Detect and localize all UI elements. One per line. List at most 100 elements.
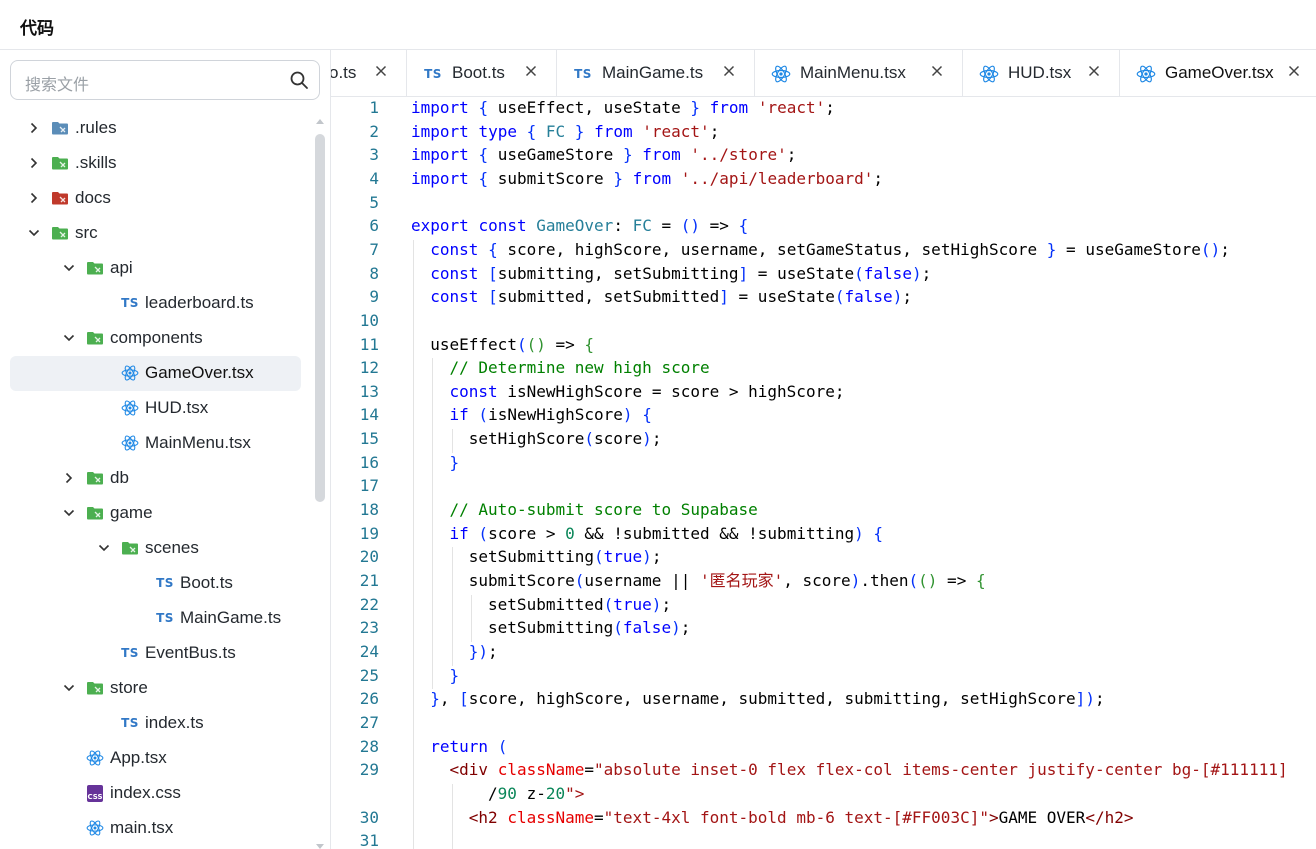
code-line[interactable]: 28 return ( — [331, 735, 1316, 759]
search-icon[interactable] — [289, 70, 309, 90]
scroll-down-icon[interactable] — [315, 838, 325, 849]
code-line[interactable]: 17 — [331, 474, 1316, 498]
line-number: 5 — [369, 192, 379, 212]
code-text: export const GameOver: FC = () => { — [411, 216, 749, 236]
code-line[interactable]: 22 setSubmitted(true); — [331, 593, 1316, 617]
code-text: useEffect(() => { — [430, 334, 595, 354]
tab-o-ts[interactable]: o.ts — [331, 50, 407, 96]
code-line[interactable]: 11 useEffect(() => { — [331, 333, 1316, 357]
close-icon[interactable] — [927, 61, 947, 81]
code-line[interactable]: 27 — [331, 711, 1316, 735]
code-line[interactable]: 8 const [submitting, setSubmitting] = use… — [331, 262, 1316, 286]
code-line[interactable]: 10 — [331, 309, 1316, 333]
code-line[interactable]: 24}); — [331, 640, 1316, 664]
tab-hud-tsx[interactable]: HUD.tsx — [963, 50, 1120, 96]
tree-item-api[interactable]: api — [10, 251, 301, 286]
tree-item-label: game — [110, 503, 153, 522]
tree-item-boot-ts[interactable]: TS Boot.ts — [10, 566, 301, 601]
code-line[interactable]: 2 import type { FC } from 'react'; — [331, 120, 1316, 144]
line-number: 25 — [359, 665, 379, 685]
sidebar-scrollbar[interactable] — [315, 114, 325, 849]
code-line[interactable]: 29 <div className="absolute inset-0 flex … — [331, 758, 1316, 782]
close-icon[interactable] — [1284, 61, 1304, 81]
code-line[interactable]: 14 if (isNewHighScore) { — [331, 403, 1316, 427]
chevron-down-icon[interactable] — [96, 540, 112, 556]
chevron-down-icon[interactable] — [61, 505, 77, 521]
code-line[interactable]: 13 const isNewHighScore = score > highSco… — [331, 380, 1316, 404]
tree-item-src[interactable]: src — [10, 216, 301, 251]
line-number: 27 — [359, 712, 379, 732]
line-number: 7 — [369, 239, 379, 259]
code-line[interactable]: 30 <h2 className="text-4xl font-bold mb-6… — [331, 806, 1316, 830]
tree-item-game[interactable]: game — [10, 496, 301, 531]
tree-item-store[interactable]: store — [10, 671, 301, 706]
tree-item-docs[interactable]: docs — [10, 181, 301, 216]
chevron-down-icon[interactable] — [61, 260, 77, 276]
chevron-right-icon[interactable] — [26, 155, 42, 171]
scroll-up-icon[interactable] — [315, 114, 325, 124]
code-line[interactable]: 19 if (score > 0 && !submitted && !submit… — [331, 522, 1316, 546]
code-line[interactable]: 18 // Auto-submit score to Supabase — [331, 498, 1316, 522]
code-line[interactable]: 25} — [331, 664, 1316, 688]
code-line[interactable]: 7 const { score, highScore, username, set… — [331, 238, 1316, 262]
tree-item-eventbus-ts[interactable]: TS EventBus.ts — [10, 636, 301, 671]
scrollbar-thumb[interactable] — [315, 134, 325, 502]
close-icon[interactable] — [371, 61, 391, 81]
tree-item-maingame-ts[interactable]: TS MainGame.ts — [10, 601, 301, 636]
tree-item-leaderboard-ts[interactable]: TS leaderboard.ts — [10, 286, 301, 321]
code-line[interactable]: 5 — [331, 191, 1316, 215]
code-line[interactable]: 6 export const GameOver: FC = () => { — [331, 214, 1316, 238]
code-text: const { score, highScore, username, setG… — [430, 239, 1230, 259]
search-input[interactable]: 搜索文件 — [10, 60, 320, 100]
tree-item-hud-tsx[interactable]: HUD.tsx — [10, 391, 301, 426]
tree-item-db[interactable]: db — [10, 461, 301, 496]
tab-mainmenu-tsx[interactable]: MainMenu.tsx — [755, 50, 963, 96]
line-number: 19 — [359, 523, 379, 543]
typescript-file-icon: TS — [156, 611, 174, 625]
chevron-right-icon[interactable] — [26, 120, 42, 136]
code-line[interactable]: 4 import { submitScore } from '../api/lea… — [331, 167, 1316, 191]
chevron-down-icon[interactable] — [61, 330, 77, 346]
tree-item-index-ts[interactable]: TS index.ts — [10, 706, 301, 741]
chevron-down-icon[interactable] — [61, 680, 77, 696]
tab-label: HUD.tsx — [1008, 63, 1072, 82]
close-icon[interactable] — [1084, 61, 1104, 81]
tree-item-scenes[interactable]: scenes — [10, 531, 301, 566]
app-header: 代码 — [0, 0, 1316, 50]
code-text: setSubmitting(false); — [488, 618, 691, 638]
code-line[interactable]: 15 setHighScore(score); — [331, 427, 1316, 451]
code-line[interactable]: 1 import { useEffect, useState } from 're… — [331, 97, 1316, 120]
tree-item-app-tsx[interactable]: App.tsx — [10, 741, 301, 776]
code-line[interactable]: 16} — [331, 451, 1316, 475]
code-line[interactable]: 12 // Determine new high score — [331, 356, 1316, 380]
code-line[interactable]: 21 submitScore(username || '匿名玩家', score)… — [331, 569, 1316, 593]
code-line[interactable]: 26}, [score, highScore, username, submit… — [331, 687, 1316, 711]
tree-item-main-tsx[interactable]: main.tsx — [10, 811, 301, 846]
tree-item-gameover-tsx[interactable]: GameOver.tsx — [10, 355, 301, 391]
code-editor[interactable]: 1 import { useEffect, useState } from 're… — [331, 97, 1316, 849]
code-line[interactable]: /90 z-20"> — [331, 782, 1316, 806]
typescript-file-icon: TS — [156, 576, 174, 590]
chevron-down-icon[interactable] — [26, 225, 42, 241]
tree-item-index-css[interactable]: CSS index.css — [10, 776, 301, 811]
tree-item-skills[interactable]: .skills — [10, 146, 301, 181]
code-line[interactable]: 9 const [submitted, setSubmitted] = useSt… — [331, 285, 1316, 309]
tree-item-mainmenu-tsx[interactable]: MainMenu.tsx — [10, 426, 301, 461]
close-icon[interactable] — [719, 61, 739, 81]
tab-label: Boot.ts — [452, 63, 505, 82]
line-number: 20 — [359, 547, 379, 567]
chevron-right-icon[interactable] — [61, 470, 77, 486]
tab-boot-ts[interactable]: TS Boot.ts — [407, 50, 557, 96]
line-number: 1 — [369, 98, 379, 117]
line-number: 16 — [359, 452, 379, 472]
tab-gameover-tsx[interactable]: GameOver.tsx — [1120, 50, 1316, 96]
code-line[interactable]: 20 setSubmitting(true); — [331, 545, 1316, 569]
code-line[interactable]: 3 import { useGameStore } from '../store'… — [331, 143, 1316, 167]
chevron-right-icon[interactable] — [26, 190, 42, 206]
tree-item-components[interactable]: components — [10, 321, 301, 356]
code-line[interactable]: 23 setSubmitting(false); — [331, 616, 1316, 640]
tab-maingame-ts[interactable]: TS MainGame.ts — [557, 50, 755, 96]
tree-item-rules[interactable]: .rules — [10, 111, 301, 146]
close-icon[interactable] — [521, 61, 541, 81]
code-line[interactable]: 31 — [331, 829, 1316, 849]
